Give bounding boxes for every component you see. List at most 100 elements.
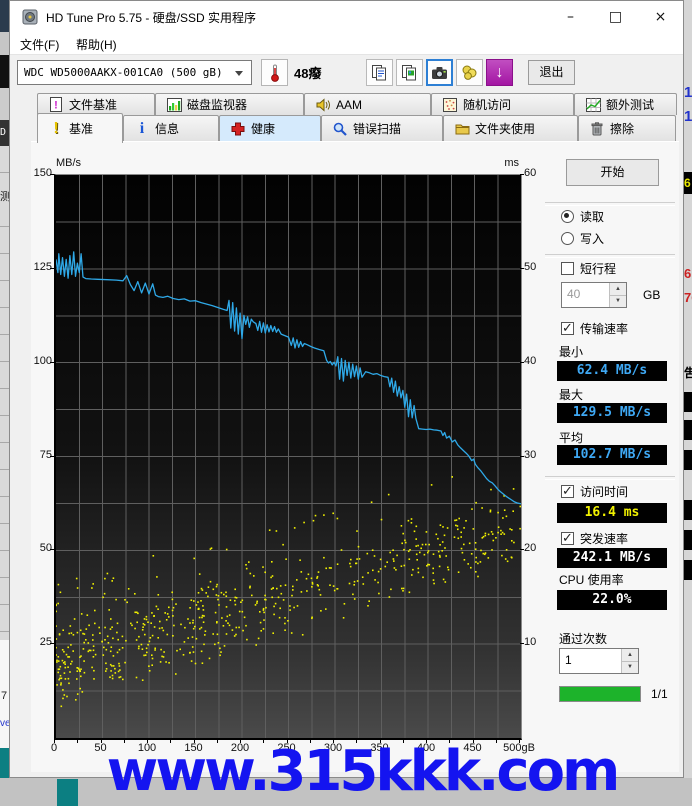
tab-error-scan[interactable]: 错误扫描 <box>321 115 443 141</box>
tab-erase[interactable]: 擦除 <box>578 115 676 141</box>
benchmark-chart: MB/s ms 150 125 100 75 50 25 60 50 40 30 20 10 0 50 10… <box>31 142 537 772</box>
axis-tick-label: 150 <box>33 167 52 179</box>
save-results-button[interactable]: ↓ <box>486 59 513 86</box>
spin-down-icon[interactable]: ▼ <box>610 295 626 307</box>
info-icon: i <box>139 119 145 137</box>
read-radio[interactable] <box>561 210 574 223</box>
menu-file[interactable]: 文件(F) <box>20 36 59 53</box>
drive-select-dropdown[interactable]: WDC WD5000AAKX-001CA0 (500 gB) <box>17 60 252 85</box>
tab-extra-tests[interactable]: 额外测试 <box>574 93 677 115</box>
chart-plot-area <box>54 174 522 740</box>
titlebar[interactable]: HD Tune Pro 5.75 - 硬盘/SSD 实用程序 – □ × <box>10 1 683 33</box>
copy-image-button[interactable] <box>396 59 423 86</box>
tab-health[interactable]: 健康 <box>219 115 321 141</box>
tab-benchmark[interactable]: ! 基准 <box>37 113 123 143</box>
read-radio-row[interactable]: 读取 <box>561 208 604 225</box>
axis-tick-label: 125 <box>33 260 52 273</box>
exit-button[interactable]: 退出 <box>528 60 575 85</box>
axis-tick-label: 0 <box>50 742 58 754</box>
max-value-box: 129.5 MB/s <box>557 403 667 423</box>
tab-label: AAM <box>336 97 363 112</box>
burst-rate-row[interactable]: 突发速率 <box>561 530 628 547</box>
menu-help[interactable]: 帮助(H) <box>76 36 117 53</box>
axis-tick <box>520 174 524 175</box>
tab-folder-usage[interactable]: 文件夹使用 <box>443 115 578 141</box>
tab-label: 额外测试 <box>606 98 655 112</box>
short-stroke-size-spinner[interactable]: 40 ▲ ▼ <box>561 282 627 308</box>
short-stroke-row[interactable]: 短行程 <box>561 260 616 277</box>
tab-label: 擦除 <box>610 122 635 136</box>
write-radio[interactable] <box>561 232 574 245</box>
background-table-fragment <box>0 146 9 640</box>
background-text-fragment: 吿 <box>684 366 692 380</box>
read-label: 读取 <box>580 210 605 224</box>
axis-tick-label: 100 <box>33 354 52 367</box>
spinner-buttons[interactable]: ▲ ▼ <box>621 649 638 673</box>
health-cross-icon <box>230 121 246 137</box>
tab-label: 磁盘监视器 <box>187 98 248 112</box>
axis-tick <box>520 643 524 645</box>
tab-file-benchmark[interactable]: ! 文件基准 <box>37 93 155 115</box>
background-block-fragment <box>684 560 692 580</box>
copy-text-button[interactable] <box>366 59 393 86</box>
copy-image-icon <box>402 65 416 81</box>
short-stroke-checkbox[interactable] <box>561 262 574 275</box>
background-fragment <box>0 32 9 55</box>
watermark-text: www.315kkk.com <box>106 739 621 804</box>
minimize-button[interactable]: – <box>548 1 593 33</box>
background-window-left-strip: D 测 7 ve <box>0 0 11 806</box>
axis-tick-label: 25 <box>39 636 52 649</box>
max-label: 最大 <box>559 388 584 402</box>
tab-label: 错误扫描 <box>353 122 402 136</box>
background-value-fragment: 6 <box>684 172 692 194</box>
temperature-value: 48癈 <box>294 66 322 81</box>
tab-info[interactable]: i 信息 <box>123 115 219 141</box>
background-block-fragment <box>684 420 692 440</box>
axis-tick <box>54 739 55 743</box>
spin-up-icon[interactable]: ▲ <box>622 649 638 662</box>
axis-tick <box>520 267 524 269</box>
screenshot-button[interactable] <box>426 59 453 86</box>
maximize-button[interactable]: □ <box>593 1 638 33</box>
chevron-down-icon <box>235 71 243 76</box>
close-button[interactable]: × <box>638 1 683 33</box>
background-text-fragment: 1 <box>684 108 692 125</box>
transfer-rate-checkbox[interactable] <box>561 320 574 336</box>
download-arrow-icon: ↓ <box>495 63 504 81</box>
donate-button[interactable] <box>456 59 483 86</box>
folder-icon <box>454 121 470 137</box>
tab-label: 文件基准 <box>69 98 118 112</box>
avg-label: 平均 <box>559 431 584 445</box>
tab-random-access[interactable]: 随机访问 <box>431 93 574 115</box>
axis-tick <box>520 549 524 551</box>
temperature-button[interactable] <box>261 59 288 86</box>
svg-text:!: ! <box>54 100 58 112</box>
background-block-fragment <box>684 530 692 550</box>
axis-tick-label: 50 <box>39 542 52 555</box>
tab-disk-monitor[interactable]: 磁盘监视器 <box>155 93 304 115</box>
window-title: HD Tune Pro 5.75 - 硬盘/SSD 实用程序 <box>46 11 257 25</box>
y-left-axis-unit: MB/s <box>56 157 82 169</box>
tab-aam[interactable]: AAM <box>304 93 431 115</box>
background-block-fragment <box>684 500 692 520</box>
start-button[interactable]: 开始 <box>566 159 659 186</box>
access-time-checkbox[interactable] <box>561 483 574 499</box>
write-radio-row[interactable]: 写入 <box>561 230 604 247</box>
background-block-fragment <box>684 450 692 470</box>
copy-text-icon <box>372 65 386 81</box>
axis-tick <box>520 455 524 457</box>
pass-count-spinner[interactable]: 1 ▲ ▼ <box>559 648 639 674</box>
burst-rate-checkbox[interactable] <box>561 530 574 546</box>
drive-select-value: WDC WD5000AAKX-001CA0 (500 gB) <box>24 66 223 79</box>
spin-up-icon[interactable]: ▲ <box>610 283 626 296</box>
transfer-rate-row[interactable]: 传输速率 <box>561 320 628 337</box>
progress-bar-fill <box>560 687 640 701</box>
access-time-row[interactable]: 访问时间 <box>561 483 628 500</box>
short-stroke-size-value: 40 <box>567 287 581 301</box>
tab-label: 健康 <box>251 122 276 136</box>
spin-down-icon[interactable]: ▼ <box>622 661 638 673</box>
axis-tick <box>50 455 54 457</box>
spinner-buttons[interactable]: ▲ ▼ <box>609 283 626 307</box>
tab-label: 文件夹使用 <box>475 122 536 136</box>
speaker-icon <box>315 97 331 113</box>
